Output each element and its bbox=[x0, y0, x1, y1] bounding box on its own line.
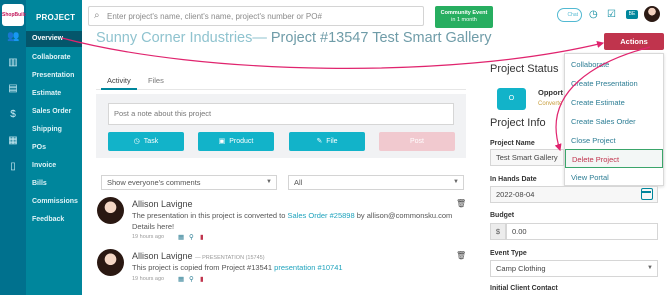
annotation-arrows bbox=[61, 37, 651, 152]
arrow-overview-to-actions bbox=[61, 37, 605, 69]
arrow-actions-to-delete bbox=[554, 46, 651, 152]
